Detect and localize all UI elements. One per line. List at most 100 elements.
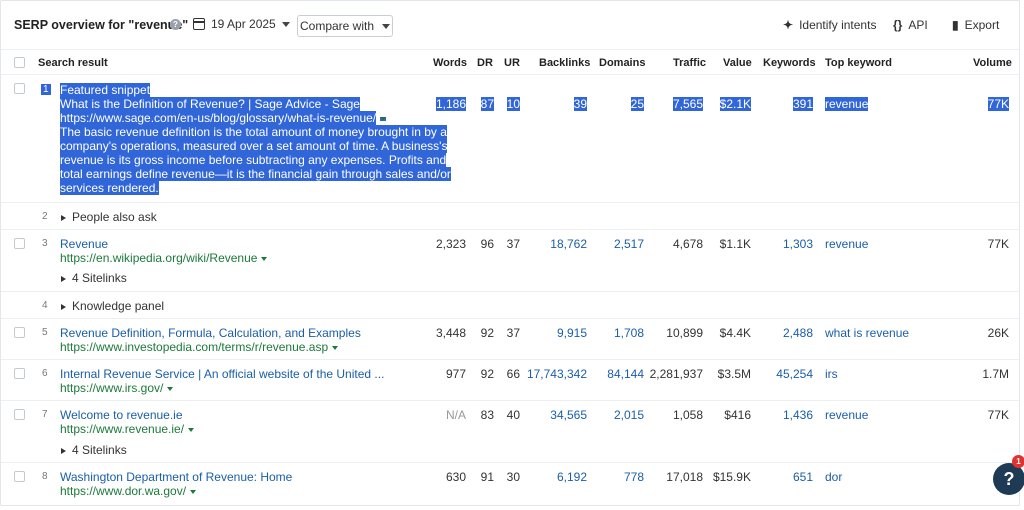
backlinks-value[interactable]: 17,743,342 [527, 367, 587, 381]
col-keywords[interactable]: Keywords [763, 57, 816, 69]
compare-with-button[interactable]: Compare with [297, 15, 393, 37]
result-title[interactable]: Internal Revenue Service | An official w… [60, 367, 384, 381]
row-checkbox[interactable] [14, 83, 25, 94]
help-icon[interactable]: ? [170, 19, 181, 30]
result-title[interactable]: Revenue [60, 237, 108, 251]
col-volume[interactable]: Volume [973, 57, 1012, 69]
volume-value: 1.7M [982, 367, 1009, 381]
result-title[interactable]: What is the Definition of Revenue? | Sag… [60, 97, 360, 111]
domains-value[interactable]: 2,015 [614, 408, 644, 422]
volume-value: 77K [987, 237, 1009, 251]
serp-panel: SERP overview for "revenue" ? 19 Apr 202… [0, 0, 1020, 506]
ur-value: 10 [506, 97, 520, 111]
people-also-ask-toggle[interactable]: People also ask [61, 210, 157, 224]
export-button[interactable]: ▮ Export [952, 18, 999, 32]
backlinks-value[interactable]: 18,762 [550, 237, 587, 251]
result-url[interactable]: https://www.dor.wa.gov/ [60, 484, 197, 498]
notification-badge: 1 [1012, 455, 1024, 468]
table-row[interactable]: 2 People also ask [1, 203, 1019, 230]
chevron-down-icon[interactable] [190, 489, 197, 494]
keywords-value[interactable]: 1,303 [783, 237, 813, 251]
keywords-value[interactable]: 391 [792, 97, 813, 111]
domains-value[interactable]: 84,144 [607, 367, 644, 381]
top-keyword-value[interactable]: revenue [825, 97, 869, 111]
backlinks-value[interactable]: 9,915 [557, 326, 587, 340]
knowledge-panel-toggle[interactable]: Knowledge panel [61, 299, 164, 313]
domains-value[interactable]: 25 [630, 97, 644, 111]
chevron-down-icon[interactable] [167, 386, 174, 391]
row-number: 7 [42, 409, 48, 420]
backlinks-value[interactable]: 34,565 [550, 408, 587, 422]
sitelinks-label: 4 Sitelinks [72, 443, 127, 457]
sitelinks-toggle[interactable]: 4 Sitelinks [61, 271, 127, 285]
words-value: 977 [445, 367, 466, 381]
result-title[interactable]: Revenue Definition, Formula, Calculation… [60, 326, 361, 340]
top-keyword-value[interactable]: what is revenue [825, 326, 909, 340]
backlinks-value[interactable]: 6,192 [557, 470, 587, 484]
col-search-result[interactable]: Search result [38, 57, 108, 69]
api-button[interactable]: {} API [893, 18, 928, 32]
sitelinks-label: 4 Sitelinks [72, 271, 127, 285]
table-row[interactable]: 5 Revenue Definition, Formula, Calculati… [1, 319, 1019, 360]
keywords-value[interactable]: 45,254 [776, 367, 813, 381]
result-url[interactable]: https://www.revenue.ie/ [60, 422, 195, 436]
api-label: API [908, 18, 928, 32]
result-title[interactable]: Washington Department of Revenue: Home [60, 470, 292, 484]
chevron-down-icon[interactable] [261, 256, 268, 261]
people-also-ask-label: People also ask [72, 210, 157, 224]
backlinks-value[interactable]: 39 [573, 97, 587, 111]
row-checkbox[interactable] [14, 471, 25, 482]
col-traffic[interactable]: Traffic [673, 57, 706, 69]
col-dr[interactable]: DR [477, 57, 493, 69]
col-top-keyword[interactable]: Top keyword [825, 57, 892, 69]
top-keyword-value[interactable]: dor [825, 470, 842, 484]
date-picker[interactable]: 19 Apr 2025 [193, 17, 290, 31]
top-keyword-value[interactable]: irs [825, 367, 838, 381]
identify-intents-button[interactable]: ✦ Identify intents [783, 18, 876, 32]
row-checkbox[interactable] [14, 327, 25, 338]
table-row[interactable]: 7 Welcome to revenue.ie https://www.reve… [1, 401, 1019, 463]
row-checkbox[interactable] [14, 368, 25, 379]
export-label: Export [964, 18, 1000, 32]
ur-value: 30 [506, 470, 520, 484]
result-url[interactable]: https://www.sage.com/en-us/blog/glossary… [60, 111, 377, 125]
table-row[interactable]: 6 Internal Revenue Service | An official… [1, 360, 1019, 401]
domains-value[interactable]: 778 [624, 470, 644, 484]
col-value[interactable]: Value [723, 57, 752, 69]
row-checkbox[interactable] [14, 409, 25, 420]
words-value: 630 [445, 470, 466, 484]
value-value: $2.1K [719, 97, 751, 111]
col-domains[interactable]: Domains [599, 57, 645, 69]
domains-value[interactable]: 1,708 [614, 326, 644, 340]
traffic-value: 10,899 [666, 326, 703, 340]
keywords-value[interactable]: 1,436 [783, 408, 813, 422]
top-keyword-value[interactable]: revenue [825, 237, 868, 251]
select-all-checkbox[interactable] [14, 57, 25, 68]
dr-value: 92 [480, 326, 494, 340]
volume-value: 77K [987, 97, 1009, 111]
featured-snippet-block[interactable]: Featured snippet What is the Definition … [60, 83, 451, 195]
col-ur[interactable]: UR [504, 57, 520, 69]
result-type: Featured snippet [60, 83, 151, 97]
chevron-down-icon[interactable] [332, 345, 339, 350]
sitelinks-toggle[interactable]: 4 Sitelinks [61, 443, 127, 457]
table-row[interactable]: 4 Knowledge panel [1, 292, 1019, 319]
keywords-value[interactable]: 2,488 [783, 326, 813, 340]
col-words[interactable]: Words [433, 57, 467, 69]
result-title[interactable]: Welcome to revenue.ie [60, 408, 183, 422]
result-url[interactable]: https://en.wikipedia.org/wiki/Revenue [60, 251, 268, 265]
table-row[interactable]: 1 Featured snippet What is the Definitio… [1, 75, 1019, 203]
col-backlinks[interactable]: Backlinks [539, 57, 590, 69]
result-url[interactable]: https://www.irs.gov/ [60, 381, 174, 395]
top-keyword-value[interactable]: revenue [825, 408, 868, 422]
table-row[interactable]: 3 Revenue https://en.wikipedia.org/wiki/… [1, 230, 1019, 292]
chevron-down-icon[interactable] [380, 116, 387, 121]
domains-value[interactable]: 2,517 [614, 237, 644, 251]
row-checkbox[interactable] [14, 238, 25, 249]
keywords-value[interactable]: 651 [793, 470, 813, 484]
row-number: 2 [42, 211, 48, 222]
snippet-line: revenue is its gross income before subtr… [60, 153, 447, 167]
chevron-down-icon[interactable] [188, 427, 195, 432]
table-row[interactable]: 8 Washington Department of Revenue: Home… [1, 463, 1019, 505]
result-url[interactable]: https://www.investopedia.com/terms/r/rev… [60, 340, 339, 354]
